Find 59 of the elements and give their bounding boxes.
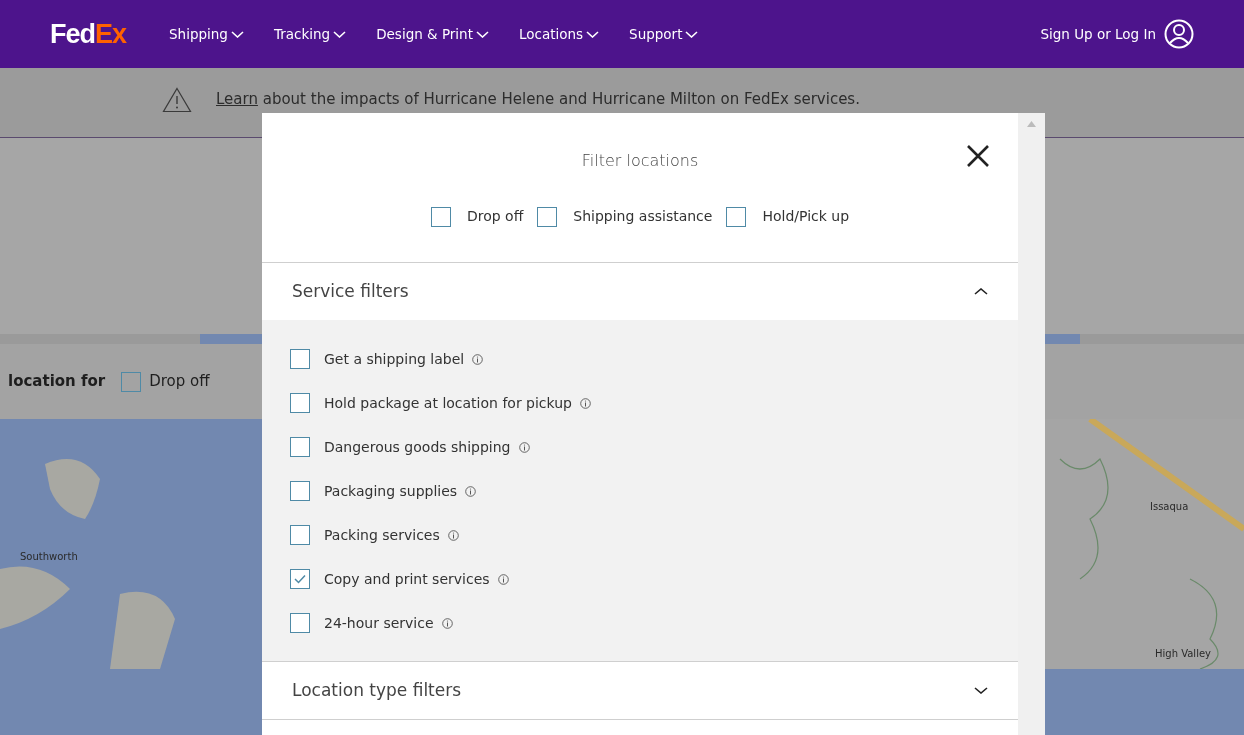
checkbox-label: 24-hour service — [324, 613, 434, 633]
fedex-logo[interactable]: FedEx — [50, 13, 127, 55]
check-icon — [294, 574, 306, 584]
learn-link[interactable]: Learn — [216, 90, 258, 109]
map-label: Issaqua — [1150, 500, 1189, 514]
close-button[interactable] — [966, 143, 990, 168]
checkbox-label: Drop off — [466, 207, 524, 226]
section-title: Location type filters — [292, 678, 462, 702]
checkbox-label: Packaging supplies — [324, 481, 458, 501]
close-icon — [966, 143, 990, 168]
nav-menu-item[interactable]: Locations — [518, 23, 600, 45]
checkbox-label: Hold/Pick up — [762, 207, 850, 226]
user-icon[interactable] — [1164, 19, 1194, 49]
info-icon[interactable] — [472, 353, 484, 365]
checkbox[interactable] — [290, 569, 310, 589]
checkbox[interactable] — [121, 371, 142, 392]
checkbox[interactable] — [290, 437, 310, 457]
checkbox[interactable] — [537, 206, 558, 227]
checkbox[interactable] — [290, 525, 310, 545]
map-label: Southworth — [20, 550, 78, 564]
chevron-down-icon — [586, 30, 600, 38]
map-label: High Valley — [1155, 647, 1211, 661]
option-label: Drop off — [149, 371, 210, 393]
chevron-down-icon — [230, 30, 244, 38]
chevron-down-icon — [475, 30, 489, 38]
chevron-up-icon — [974, 288, 988, 295]
scrollbar[interactable] — [1018, 113, 1045, 735]
info-icon[interactable] — [465, 485, 477, 497]
checkbox[interactable] — [430, 206, 451, 227]
chevron-down-icon — [974, 687, 988, 694]
info-icon[interactable] — [497, 573, 509, 585]
info-icon[interactable] — [518, 441, 530, 453]
checkbox-label: Copy and print services — [324, 569, 490, 589]
checkbox[interactable] — [726, 206, 747, 227]
info-icon[interactable] — [447, 529, 459, 541]
checkbox-label: Get a shipping label — [324, 349, 465, 369]
sign-in-link[interactable]: Sign Up or Log In — [1040, 23, 1156, 45]
nav-menu-item[interactable]: Support — [629, 23, 699, 45]
checkbox-label: Hold package at location for pickup — [324, 393, 572, 413]
checkbox[interactable] — [290, 393, 310, 413]
nav-menu-item[interactable]: Design & Print — [376, 23, 489, 45]
checkbox[interactable] — [290, 481, 310, 501]
section-title: Service filters — [292, 279, 409, 303]
modal-title: Filter locations — [581, 150, 699, 172]
checkbox-label: Dangerous goods shipping — [324, 437, 511, 457]
checkbox-label: Shipping assistance — [573, 207, 713, 226]
info-icon[interactable] — [441, 617, 453, 629]
search-label: location for — [8, 371, 106, 393]
checkbox[interactable] — [290, 349, 310, 369]
checkbox-label: Packing services — [324, 525, 440, 545]
alert-message: Learn about the impacts of Hurricane Helene and Hurricane Milton on FedEx services. — [216, 89, 860, 111]
chevron-down-icon — [685, 30, 699, 38]
checkbox[interactable] — [290, 613, 310, 633]
info-icon[interactable] — [580, 397, 591, 409]
chevron-down-icon — [333, 30, 347, 38]
warning-icon — [162, 86, 192, 113]
nav-menu-item[interactable]: Shipping — [169, 23, 244, 45]
accordion-header[interactable]: Location type filters — [262, 661, 1018, 719]
nav-menu-item[interactable]: Tracking — [273, 23, 347, 45]
